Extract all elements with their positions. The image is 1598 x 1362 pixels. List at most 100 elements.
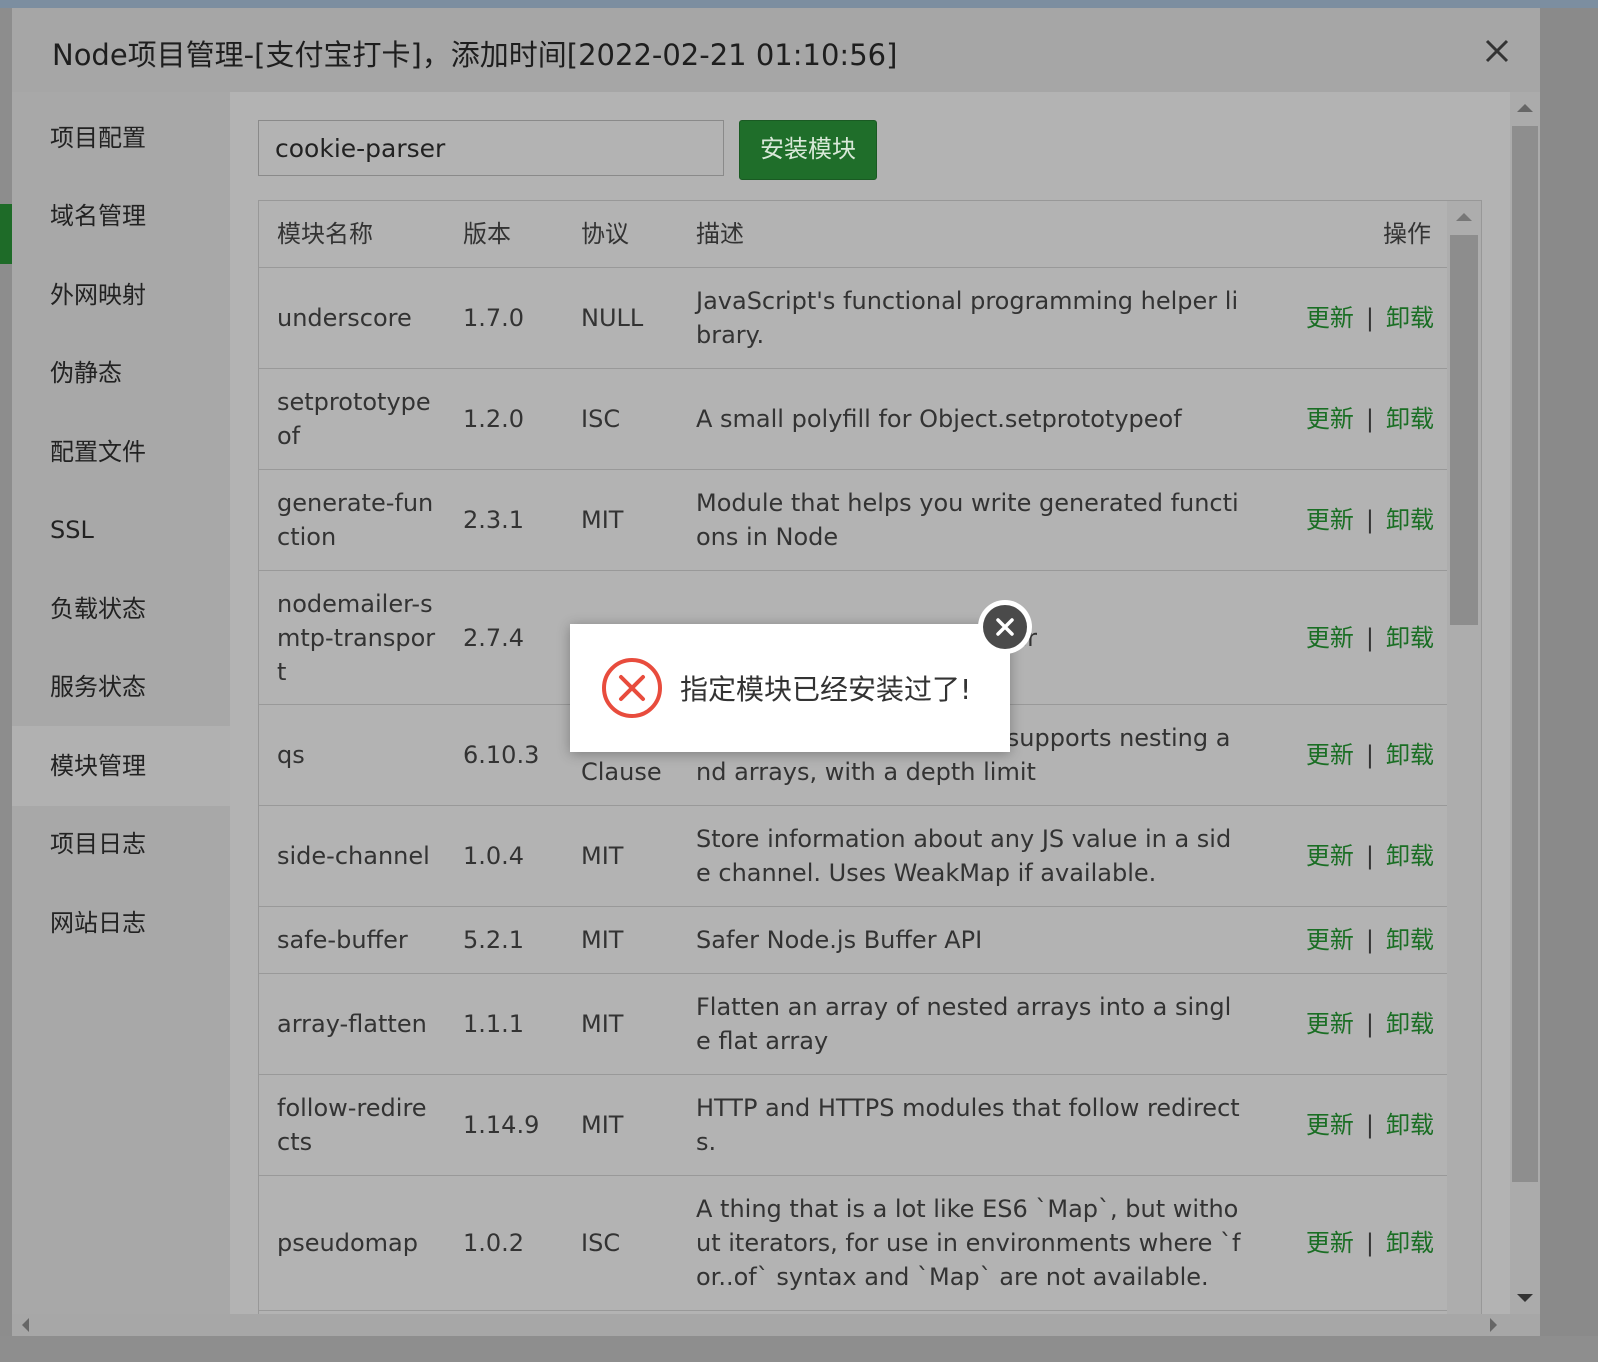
module-name: generate-function [277, 489, 434, 551]
action-separator: | [1365, 1010, 1374, 1038]
background-page-left [0, 8, 12, 1362]
uninstall-link[interactable]: 卸载 [1386, 621, 1434, 655]
module-description: A small polyfill for Object.setprototype… [696, 405, 1182, 433]
row-actions: 更新 | 卸载 [1299, 369, 1434, 469]
module-version: 2.3.1 [463, 506, 525, 534]
install-module-button[interactable]: 安装模块 [739, 120, 877, 180]
module-license: MIT [581, 926, 624, 954]
module-version: 1.7.0 [463, 304, 525, 332]
sidebar-item-service-status[interactable]: 服务状态 [12, 647, 230, 727]
row-actions: 更新 | 卸载 [1299, 268, 1434, 368]
action-separator: | [1365, 1111, 1374, 1139]
scroll-left-arrow-icon[interactable] [22, 1318, 29, 1332]
scroll-up-arrow-icon[interactable] [1517, 104, 1533, 112]
update-link[interactable]: 更新 [1306, 1108, 1354, 1142]
close-icon[interactable] [1482, 36, 1512, 66]
toast-message: 指定模块已经安装过了! [680, 673, 972, 706]
dialog-sidebar: 项目配置 域名管理 外网映射 伪静态 配置文件 SSL 负载状态 服务状态 模块… [12, 92, 230, 1336]
browser-top-strip [0, 0, 1598, 8]
module-description: Flatten an array of nested arrays into a… [696, 993, 1232, 1055]
module-name: safe-buffer [277, 926, 408, 954]
update-link[interactable]: 更新 [1306, 503, 1354, 537]
table-header: 模块名称 版本 协议 描述 操作 [259, 201, 1447, 268]
module-name: pseudomap [277, 1229, 418, 1257]
action-separator: | [1365, 741, 1374, 769]
update-link[interactable]: 更新 [1306, 1007, 1354, 1041]
background-green-strip [0, 204, 12, 264]
module-name: nodemailer-smtp-transport [277, 589, 436, 686]
header-action: 操作 [1383, 220, 1431, 248]
update-link[interactable]: 更新 [1306, 621, 1354, 655]
update-link[interactable]: 更新 [1306, 1226, 1354, 1260]
module-name: underscore [277, 304, 412, 332]
sidebar-item-module-management[interactable]: 模块管理 [12, 726, 230, 806]
dialog-header: Node项目管理-[支付宝打卡]，添加时间[2022-02-21 01:10:5… [12, 8, 1540, 93]
table-row: underscore 1.7.0 NULL JavaScript's funct… [259, 268, 1447, 369]
update-link[interactable]: 更新 [1306, 738, 1354, 772]
header-version: 版本 [463, 220, 511, 248]
module-description: Safer Node.js Buffer API [696, 926, 983, 954]
uninstall-link[interactable]: 卸载 [1386, 839, 1434, 873]
update-link[interactable]: 更新 [1306, 839, 1354, 873]
page-bottom-strip [0, 1336, 1598, 1362]
toast-close-button[interactable] [978, 600, 1032, 654]
scroll-down-arrow-icon[interactable] [1517, 1294, 1533, 1302]
row-actions: 更新 | 卸载 [1299, 1176, 1434, 1310]
module-name: qs [277, 741, 305, 769]
uninstall-link[interactable]: 卸载 [1386, 1226, 1434, 1260]
module-name: setprototypeof [277, 388, 431, 450]
action-separator: | [1365, 926, 1374, 954]
uninstall-link[interactable]: 卸载 [1386, 923, 1434, 957]
header-module-name: 模块名称 [277, 220, 373, 248]
horizontal-scrollbar[interactable] [12, 1314, 1540, 1336]
sidebar-item-ssl[interactable]: SSL [12, 490, 230, 570]
table-row: safe-buffer 5.2.1 MIT Safer Node.js Buff… [259, 907, 1447, 974]
uninstall-link[interactable]: 卸载 [1386, 301, 1434, 335]
sidebar-item-project-config[interactable]: 项目配置 [12, 98, 230, 178]
module-version: 1.0.4 [463, 842, 525, 870]
uninstall-link[interactable]: 卸载 [1386, 1108, 1434, 1142]
sidebar-item-site-log[interactable]: 网站日志 [12, 883, 230, 963]
table-scrollbar[interactable] [1447, 201, 1481, 1323]
scrollbar-thumb[interactable] [1450, 235, 1478, 625]
module-license: MIT [581, 1111, 624, 1139]
update-link[interactable]: 更新 [1306, 402, 1354, 436]
module-version: 1.1.1 [463, 1010, 525, 1038]
module-license: ISC [581, 1229, 621, 1257]
uninstall-link[interactable]: 卸载 [1386, 503, 1434, 537]
scroll-right-arrow-icon[interactable] [1490, 1318, 1497, 1332]
sidebar-item-load-status[interactable]: 负载状态 [12, 569, 230, 649]
action-separator: | [1365, 304, 1374, 332]
module-version: 1.0.2 [463, 1229, 525, 1257]
action-separator: | [1365, 842, 1374, 870]
sidebar-item-config-file[interactable]: 配置文件 [12, 412, 230, 492]
uninstall-link[interactable]: 卸载 [1386, 1007, 1434, 1041]
uninstall-link[interactable]: 卸载 [1386, 738, 1434, 772]
sidebar-item-port-mapping[interactable]: 外网映射 [12, 255, 230, 335]
table-row: pseudomap 1.0.2 ISC A thing that is a lo… [259, 1176, 1447, 1311]
row-actions: 更新 | 卸载 [1299, 705, 1434, 805]
update-link[interactable]: 更新 [1306, 301, 1354, 335]
row-actions: 更新 | 卸载 [1299, 974, 1434, 1074]
module-name-input[interactable] [258, 120, 724, 176]
row-actions: 更新 | 卸载 [1299, 470, 1434, 570]
dialog-scrollbar[interactable] [1510, 92, 1540, 1322]
action-separator: | [1365, 623, 1374, 652]
sidebar-item-project-log[interactable]: 项目日志 [12, 804, 230, 884]
dialog-title: Node项目管理-[支付宝打卡]，添加时间[2022-02-21 01:10:5… [52, 38, 898, 72]
action-separator: | [1365, 506, 1374, 534]
module-version: 2.7.4 [463, 623, 525, 652]
sidebar-item-rewrite[interactable]: 伪静态 [12, 333, 230, 413]
row-actions: 更新 | 卸载 [1299, 907, 1434, 973]
close-icon[interactable] [983, 605, 1027, 649]
sidebar-item-domain[interactable]: 域名管理 [12, 176, 230, 256]
module-table: 模块名称 版本 协议 描述 操作 underscore 1.7.0 NULL J… [258, 200, 1482, 1324]
table-row: follow-redirects 1.14.9 MIT HTTP and HTT… [259, 1075, 1447, 1176]
scrollbar-thumb[interactable] [1512, 126, 1538, 1182]
scroll-up-arrow-icon[interactable] [1456, 213, 1472, 221]
row-actions: 更新 | 卸载 [1299, 806, 1434, 906]
error-toast: 指定模块已经安装过了! [570, 624, 1010, 752]
uninstall-link[interactable]: 卸载 [1386, 402, 1434, 436]
update-link[interactable]: 更新 [1306, 923, 1354, 957]
module-version: 6.10.3 [463, 741, 540, 769]
